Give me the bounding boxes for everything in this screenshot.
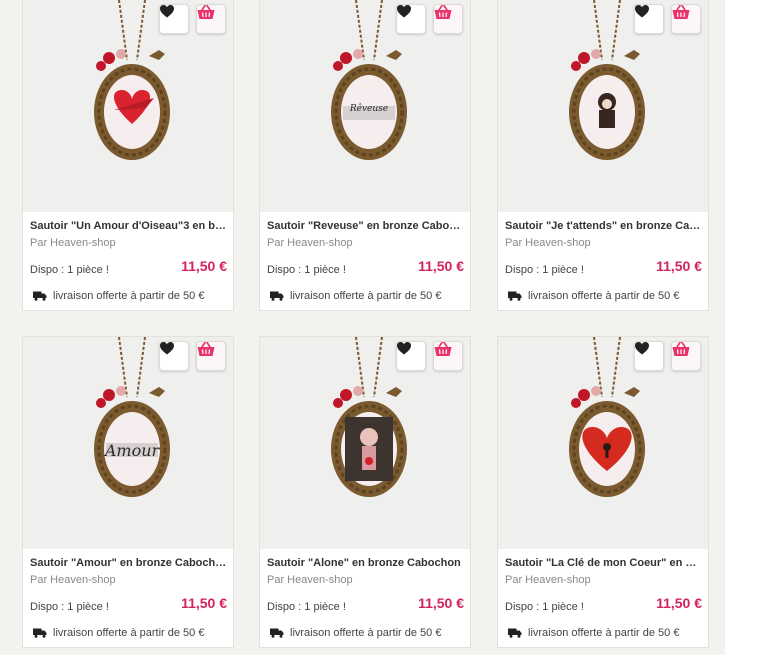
shipping-label: livraison offerte à partir de 50 €: [53, 627, 205, 639]
favorite-button[interactable]: [396, 341, 426, 371]
heart-icon: [160, 342, 174, 355]
heart-icon: [397, 5, 411, 18]
cabochon-text: Amour: [104, 441, 160, 460]
shipping-info: livraison offerte à partir de 50 €: [270, 627, 441, 639]
product-title[interactable]: Sautoir "Reveuse" en bronze Cabochon: [267, 220, 465, 232]
heart-icon: [397, 342, 411, 355]
shipping-info: livraison offerte à partir de 50 €: [33, 290, 204, 302]
truck-icon: [508, 291, 522, 301]
product-title[interactable]: Sautoir "Amour" en bronze Cabochon: [30, 557, 228, 569]
seller-name[interactable]: Par Heaven-shop: [30, 237, 116, 249]
seller-name[interactable]: Par Heaven-shop: [30, 574, 116, 586]
product-price: 11,50 €: [418, 258, 464, 274]
product-image[interactable]: [260, 337, 470, 549]
truck-icon: [270, 628, 284, 638]
product-card[interactable]: Sautoir "Un Amour d'Oiseau"3 en bronze C…: [22, 0, 234, 311]
product-price: 11,50 €: [656, 595, 702, 611]
product-title[interactable]: Sautoir "Un Amour d'Oiseau"3 en bronze C…: [30, 220, 228, 232]
add-to-cart-button[interactable]: [433, 341, 463, 371]
add-to-cart-button[interactable]: [671, 4, 701, 34]
product-title[interactable]: Sautoir "Je t'attends" en bronze Cabocho…: [505, 220, 703, 232]
availability: Dispo : 1 pièce !: [267, 264, 346, 276]
cabochon-text: Rêveuse: [349, 104, 389, 114]
availability: Dispo : 1 pièce !: [505, 264, 584, 276]
product-price: 11,50 €: [656, 258, 702, 274]
heart-icon: [160, 5, 174, 18]
truck-icon: [33, 628, 47, 638]
product-card[interactable]: Rêveuse Sautoir "Reveuse" en bronze Caboc…: [259, 0, 471, 311]
product-title[interactable]: Sautoir "La Clé de mon Coeur" en bronze …: [505, 557, 703, 569]
product-title[interactable]: Sautoir "Alone" en bronze Cabochon: [267, 557, 465, 569]
heart-icon: [635, 5, 649, 18]
favorite-button[interactable]: [159, 4, 189, 34]
truck-icon: [508, 628, 522, 638]
product-price: 11,50 €: [181, 595, 227, 611]
product-card[interactable]: Sautoir "Alone" en bronze Cabochon Par He…: [259, 336, 471, 648]
favorite-button[interactable]: [396, 4, 426, 34]
shipping-info: livraison offerte à partir de 50 €: [508, 627, 679, 639]
favorite-button[interactable]: [634, 341, 664, 371]
basket-icon: [434, 342, 452, 356]
product-image[interactable]: [498, 337, 708, 549]
seller-name[interactable]: Par Heaven-shop: [505, 237, 591, 249]
basket-icon: [197, 342, 215, 356]
add-to-cart-button[interactable]: [196, 4, 226, 34]
shipping-info: livraison offerte à partir de 50 €: [270, 290, 441, 302]
product-image[interactable]: Rêveuse: [260, 0, 470, 212]
product-price: 11,50 €: [181, 258, 227, 274]
availability: Dispo : 1 pièce !: [30, 601, 109, 613]
seller-name[interactable]: Par Heaven-shop: [267, 574, 353, 586]
shipping-label: livraison offerte à partir de 50 €: [528, 290, 680, 302]
heart-icon: [635, 342, 649, 355]
add-to-cart-button[interactable]: [433, 4, 463, 34]
availability: Dispo : 1 pièce !: [505, 601, 584, 613]
product-image[interactable]: Amour: [23, 337, 233, 549]
product-card[interactable]: Sautoir "La Clé de mon Coeur" en bronze …: [497, 336, 709, 648]
favorite-button[interactable]: [159, 341, 189, 371]
shipping-label: livraison offerte à partir de 50 €: [53, 290, 205, 302]
product-price: 11,50 €: [418, 595, 464, 611]
basket-icon: [434, 5, 452, 19]
add-to-cart-button[interactable]: [196, 341, 226, 371]
basket-icon: [672, 5, 690, 19]
add-to-cart-button[interactable]: [671, 341, 701, 371]
shipping-label: livraison offerte à partir de 50 €: [290, 627, 442, 639]
product-image[interactable]: [23, 0, 233, 212]
truck-icon: [33, 291, 47, 301]
seller-name[interactable]: Par Heaven-shop: [267, 237, 353, 249]
shipping-label: livraison offerte à partir de 50 €: [290, 290, 442, 302]
product-image[interactable]: [498, 0, 708, 212]
favorite-button[interactable]: [634, 4, 664, 34]
shipping-label: livraison offerte à partir de 50 €: [528, 627, 680, 639]
shipping-info: livraison offerte à partir de 50 €: [33, 627, 204, 639]
basket-icon: [197, 5, 215, 19]
product-card[interactable]: Amour Sautoir "Amour" en bronze Cabochon P…: [22, 336, 234, 648]
availability: Dispo : 1 pièce !: [30, 264, 109, 276]
product-card[interactable]: Sautoir "Je t'attends" en bronze Cabocho…: [497, 0, 709, 311]
seller-name[interactable]: Par Heaven-shop: [505, 574, 591, 586]
basket-icon: [672, 342, 690, 356]
truck-icon: [270, 291, 284, 301]
shipping-info: livraison offerte à partir de 50 €: [508, 290, 679, 302]
availability: Dispo : 1 pièce !: [267, 601, 346, 613]
